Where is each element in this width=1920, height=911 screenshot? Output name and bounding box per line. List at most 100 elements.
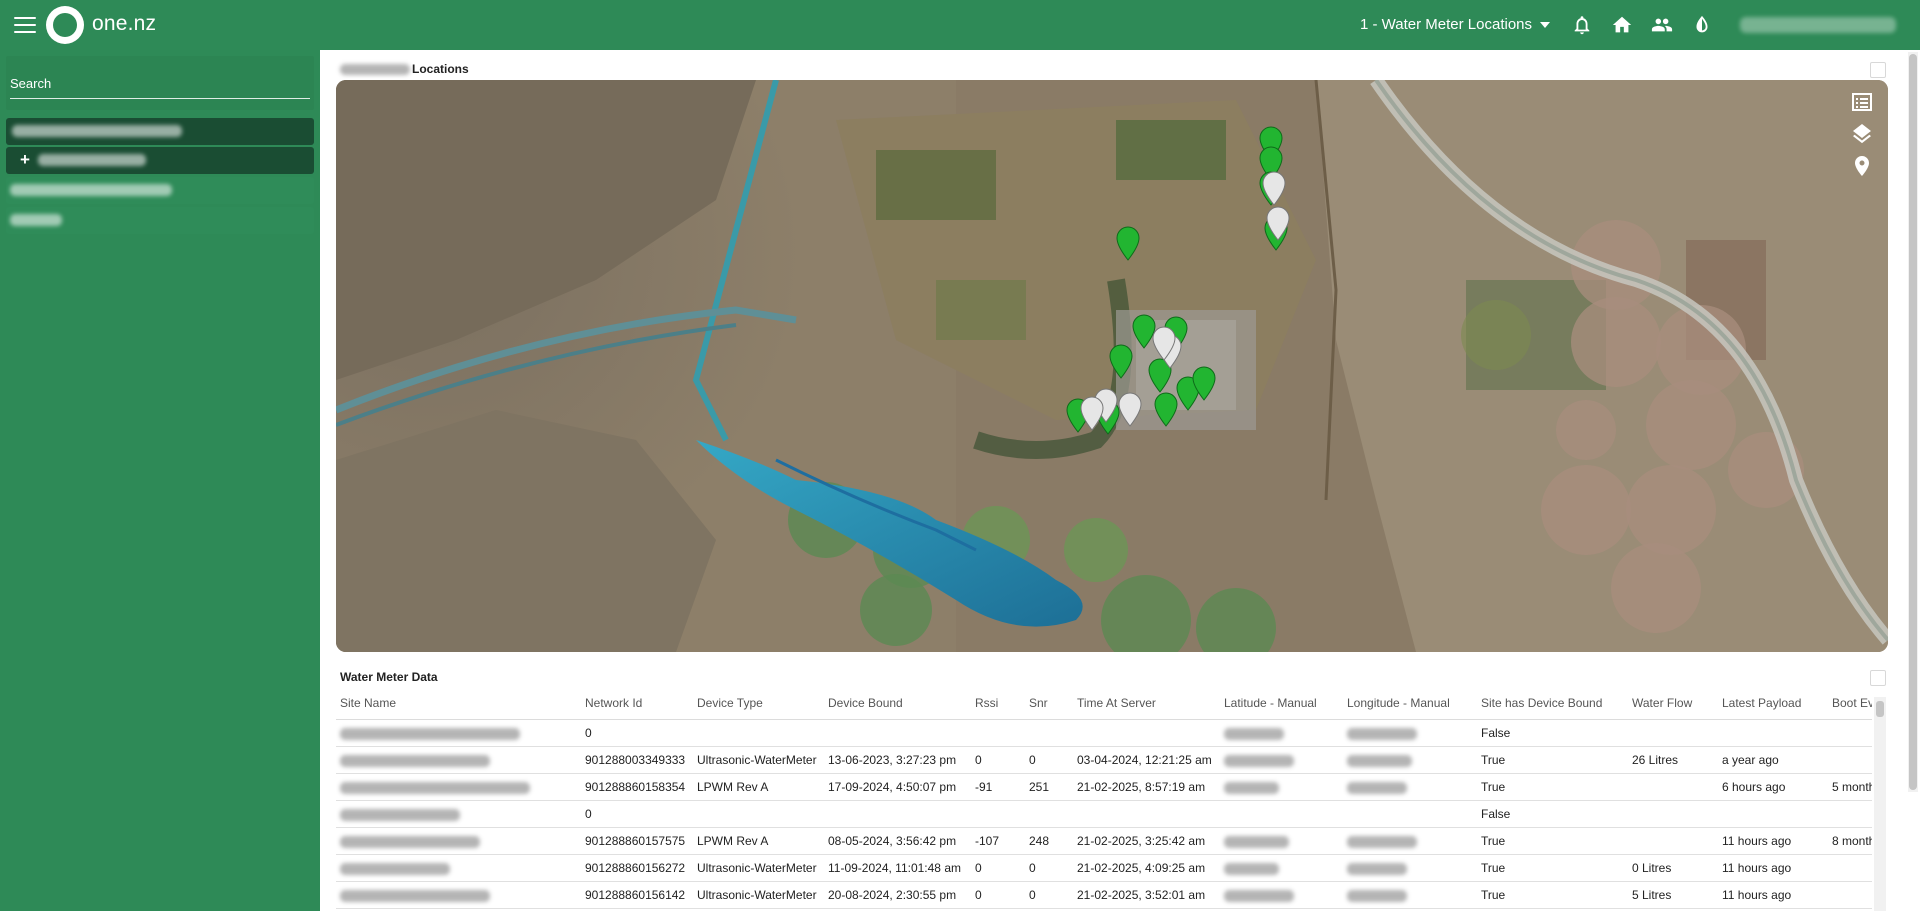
search-field[interactable]: Search	[6, 56, 314, 110]
time-at-server-cell	[1073, 719, 1220, 747]
device-type-cell: Ultrasonic-WaterMeter	[693, 854, 824, 882]
table-row[interactable]: 901288860156142 Ultrasonic-WaterMeter 20-0…	[336, 881, 1872, 909]
water-flow-cell	[1628, 827, 1718, 855]
redacted-text	[340, 835, 480, 848]
boot-cell	[1828, 854, 1872, 882]
site-has-device-cell: True	[1477, 773, 1628, 801]
redacted-text	[340, 64, 410, 75]
device-type-cell: Ultrasonic-WaterMeter	[693, 746, 824, 774]
column-header[interactable]: Latitude - Manual	[1220, 687, 1343, 720]
column-header[interactable]: Site Name	[336, 687, 581, 720]
layers-icon[interactable]	[1848, 120, 1876, 148]
rssi-cell: -107	[971, 827, 1025, 855]
fullscreen-icon[interactable]	[1870, 670, 1886, 686]
user-account-menu[interactable]	[1740, 17, 1896, 33]
latest-payload-cell	[1718, 800, 1828, 828]
longitude-cell	[1343, 800, 1477, 828]
time-at-server-cell: 21-02-2025, 3:52:01 am	[1073, 881, 1220, 909]
boot-cell	[1828, 800, 1872, 828]
network-id-cell: 0	[581, 719, 693, 747]
contrast-icon[interactable]	[1691, 14, 1713, 36]
longitude-cell	[1343, 881, 1477, 909]
device-bound-cell: 11-09-2024, 11:01:48 am	[824, 854, 971, 882]
sidebar-item-customer[interactable]	[6, 118, 314, 145]
table-row[interactable]: 901288860158354 LPWM Rev A 17-09-2024, 4:5…	[336, 773, 1872, 801]
logo-icon[interactable]	[46, 6, 84, 44]
column-header[interactable]: Site has Device Bound	[1477, 687, 1628, 720]
latitude-cell	[1220, 773, 1343, 801]
column-header[interactable]: Snr	[1025, 687, 1073, 720]
time-at-server-cell: 21-02-2025, 3:25:42 am	[1073, 827, 1220, 855]
latitude-cell	[1220, 827, 1343, 855]
water-flow-cell	[1628, 719, 1718, 747]
redacted-text	[1224, 727, 1284, 740]
rssi-cell	[971, 800, 1025, 828]
satellite-map[interactable]	[336, 80, 1888, 652]
column-header[interactable]: Longitude - Manual	[1343, 687, 1477, 720]
redacted-text	[38, 154, 146, 166]
map-marker-white[interactable]	[1262, 171, 1286, 206]
map-marker-green[interactable]	[1109, 344, 1133, 379]
column-header[interactable]: Latest Payload	[1718, 687, 1828, 720]
table-row[interactable]: 901288860157575 LPWM Rev A 08-05-2024, 3:5…	[336, 827, 1872, 855]
site-name-cell	[336, 800, 581, 828]
redacted-text	[1224, 862, 1279, 875]
latest-payload-cell: 11 hours ago	[1718, 854, 1828, 882]
sidebar-item-dashboards[interactable]	[6, 177, 314, 204]
table-panel-title: Water Meter Data	[340, 670, 438, 684]
page-scrollbar[interactable]	[1908, 52, 1918, 792]
home-icon[interactable]	[1611, 14, 1633, 36]
column-header[interactable]: Rssi	[971, 687, 1025, 720]
device-type-cell: LPWM Rev A	[693, 827, 824, 855]
column-header[interactable]: Device Bound	[824, 687, 971, 720]
column-header[interactable]: Network Id	[581, 687, 693, 720]
redacted-text	[1347, 727, 1417, 740]
sidebar-item-group[interactable]: +	[6, 147, 314, 174]
logo-text[interactable]: one.nz	[92, 12, 156, 36]
map-marker-green[interactable]	[1154, 392, 1178, 427]
bell-icon[interactable]	[1571, 14, 1593, 36]
table-row[interactable]: 901288860156272 Ultrasonic-WaterMeter 11-0…	[336, 854, 1872, 882]
site-name-cell	[336, 854, 581, 882]
column-header[interactable]: Device Type	[693, 687, 824, 720]
marker-icon[interactable]	[1848, 152, 1876, 180]
menu-icon[interactable]	[14, 17, 36, 33]
fullscreen-icon[interactable]	[1870, 62, 1886, 78]
column-header[interactable]: Time At Server	[1073, 687, 1220, 720]
map-marker-white[interactable]	[1080, 396, 1104, 431]
redacted-text	[340, 727, 520, 740]
expand-icon[interactable]: +	[20, 150, 30, 170]
site-name-cell	[336, 881, 581, 909]
rssi-cell: 0	[971, 881, 1025, 909]
column-header[interactable]: Water Flow	[1628, 687, 1718, 720]
table-row[interactable]: 0 False	[336, 719, 1872, 747]
users-icon[interactable]	[1651, 14, 1673, 36]
dashboard-selector[interactable]: 1 - Water Meter Locations	[1360, 16, 1551, 33]
network-id-cell: 0	[581, 800, 693, 828]
table-row[interactable]: 0 False	[336, 800, 1872, 828]
redacted-text	[12, 125, 182, 137]
column-header[interactable]: Boot Ev	[1828, 687, 1872, 720]
map-marker-green[interactable]	[1116, 226, 1140, 261]
scrollbar-thumb[interactable]	[1876, 701, 1884, 717]
latitude-cell	[1220, 881, 1343, 909]
search-underline	[10, 98, 310, 99]
sidebar-item-other[interactable]	[6, 207, 314, 234]
latest-payload-cell: 11 hours ago	[1718, 881, 1828, 909]
device-bound-cell: 13-06-2023, 3:27:23 pm	[824, 746, 971, 774]
redacted-text	[340, 889, 490, 902]
list-icon[interactable]	[1848, 88, 1876, 116]
longitude-cell	[1343, 854, 1477, 882]
site-name-cell	[336, 746, 581, 774]
scrollbar-thumb[interactable]	[1909, 54, 1917, 790]
map-marker-white[interactable]	[1118, 392, 1142, 427]
water-flow-cell: 26 Litres	[1628, 746, 1718, 774]
table-row[interactable]: 901288003349333 Ultrasonic-WaterMeter 13-0…	[336, 746, 1872, 774]
chevron-down-icon	[1540, 21, 1551, 28]
site-has-device-cell: True	[1477, 881, 1628, 909]
map-marker-green[interactable]	[1132, 314, 1156, 349]
site-has-device-cell: True	[1477, 827, 1628, 855]
latitude-cell	[1220, 854, 1343, 882]
table-scrollbar[interactable]	[1874, 697, 1886, 911]
redacted-text	[1224, 754, 1294, 767]
